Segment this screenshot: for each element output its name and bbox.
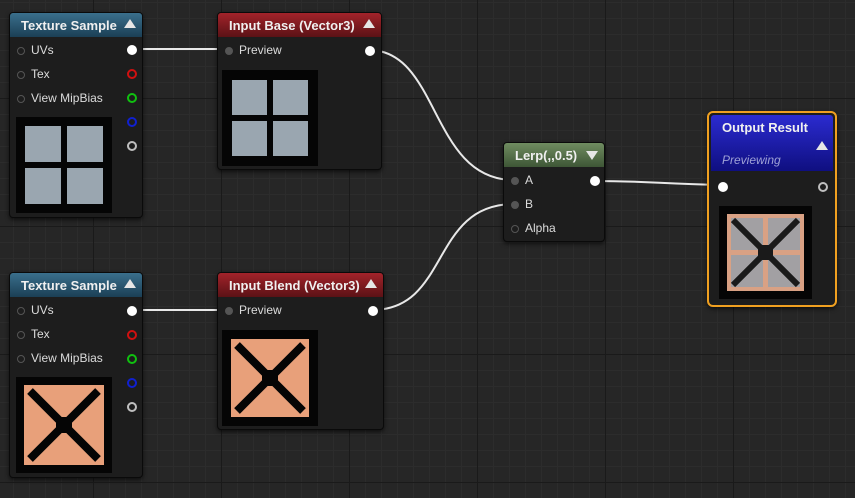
blue-output-pin[interactable] xyxy=(127,378,137,388)
pin-label-uvs: UVs xyxy=(31,303,54,317)
collapse-arrow-icon[interactable] xyxy=(816,141,828,150)
lerp-output-pin[interactable] xyxy=(590,176,600,186)
a-input-pin[interactable] xyxy=(511,177,519,185)
result-output-pin[interactable] xyxy=(818,182,828,192)
wire-lerp-to-output xyxy=(593,180,723,186)
pin-label-tex: Tex xyxy=(31,67,50,81)
result-preview xyxy=(719,206,812,299)
pin-label-a: A xyxy=(525,173,534,187)
window-texture-icon xyxy=(232,80,308,156)
x-cross-texture-icon xyxy=(231,339,309,417)
pin-label-b: B xyxy=(525,197,534,211)
green-output-pin[interactable] xyxy=(127,354,137,364)
node-title: Texture Sample xyxy=(21,17,117,33)
node-title: Input Blend (Vector3) xyxy=(229,277,360,293)
alpha-output-pin[interactable] xyxy=(127,141,137,151)
collapse-arrow-icon[interactable] xyxy=(365,279,377,288)
rgb-output-pin[interactable] xyxy=(127,45,137,55)
pin-label-alpha: Alpha xyxy=(525,221,556,235)
uvs-input-pin[interactable] xyxy=(17,307,25,315)
input-blend-node[interactable]: Input Blend (Vector3) Preview xyxy=(217,272,384,430)
uvs-input-pin[interactable] xyxy=(17,47,25,55)
preview-input-pin[interactable] xyxy=(225,47,233,55)
node-title: Texture Sample xyxy=(21,277,117,293)
pin-label-preview: Preview xyxy=(239,303,282,317)
x-cross-texture-icon xyxy=(727,214,804,291)
texture-preview xyxy=(222,330,318,426)
node-header[interactable]: Input Base (Vector3) xyxy=(218,13,381,37)
pin-label-preview: Preview xyxy=(239,43,282,57)
collapse-arrow-icon[interactable] xyxy=(586,151,598,160)
alpha-input-pin[interactable] xyxy=(511,225,519,233)
pin-label-uvs: UVs xyxy=(31,43,54,57)
texture-preview xyxy=(16,377,112,473)
wire-base-to-lerp-a xyxy=(368,49,515,181)
preview-input-pin[interactable] xyxy=(225,307,233,315)
result-input-pin[interactable] xyxy=(718,182,728,192)
tex-input-pin[interactable] xyxy=(17,331,25,339)
texture-sample-node-2[interactable]: Texture Sample UVs Tex View MipBias xyxy=(9,272,143,478)
blue-output-pin[interactable] xyxy=(127,117,137,127)
alpha-output-pin[interactable] xyxy=(127,402,137,412)
node-subtitle: Previewing xyxy=(722,153,781,167)
pin-label-view-mipbias: View MipBias xyxy=(31,351,103,365)
x-cross-texture-icon xyxy=(24,385,104,465)
node-title: Input Base (Vector3) xyxy=(229,17,355,33)
pin-label-tex: Tex xyxy=(31,327,50,341)
pin-label-view-mipbias: View MipBias xyxy=(31,91,103,105)
vector3-output-pin[interactable] xyxy=(368,306,378,316)
output-result-node[interactable]: Output Result Previewing xyxy=(707,111,837,307)
b-input-pin[interactable] xyxy=(511,201,519,209)
collapse-arrow-icon[interactable] xyxy=(124,279,136,288)
node-title: Output Result xyxy=(722,120,808,135)
node-header[interactable]: Output Result Previewing xyxy=(711,115,833,171)
node-title: Lerp(,,0.5) xyxy=(515,147,578,163)
green-output-pin[interactable] xyxy=(127,93,137,103)
texture-preview xyxy=(222,70,318,166)
collapse-arrow-icon[interactable] xyxy=(124,19,136,28)
wire-blend-to-lerp-b xyxy=(371,203,515,311)
collapse-arrow-icon[interactable] xyxy=(363,19,375,28)
texture-sample-node-1[interactable]: Texture Sample UVs Tex View MipBias xyxy=(9,12,143,218)
node-header[interactable]: Lerp(,,0.5) xyxy=(504,143,604,167)
tex-input-pin[interactable] xyxy=(17,71,25,79)
red-output-pin[interactable] xyxy=(127,69,137,79)
mipbias-input-pin[interactable] xyxy=(17,95,25,103)
node-header[interactable]: Input Blend (Vector3) xyxy=(218,273,383,297)
node-header[interactable]: Texture Sample xyxy=(10,273,142,297)
mipbias-input-pin[interactable] xyxy=(17,355,25,363)
red-output-pin[interactable] xyxy=(127,330,137,340)
texture-preview xyxy=(16,117,112,213)
input-base-node[interactable]: Input Base (Vector3) Preview xyxy=(217,12,382,170)
rgb-output-pin[interactable] xyxy=(127,306,137,316)
lerp-node[interactable]: Lerp(,,0.5) A B Alpha xyxy=(503,142,605,242)
window-texture-icon xyxy=(25,126,103,204)
vector3-output-pin[interactable] xyxy=(365,46,375,56)
node-header[interactable]: Texture Sample xyxy=(10,13,142,37)
